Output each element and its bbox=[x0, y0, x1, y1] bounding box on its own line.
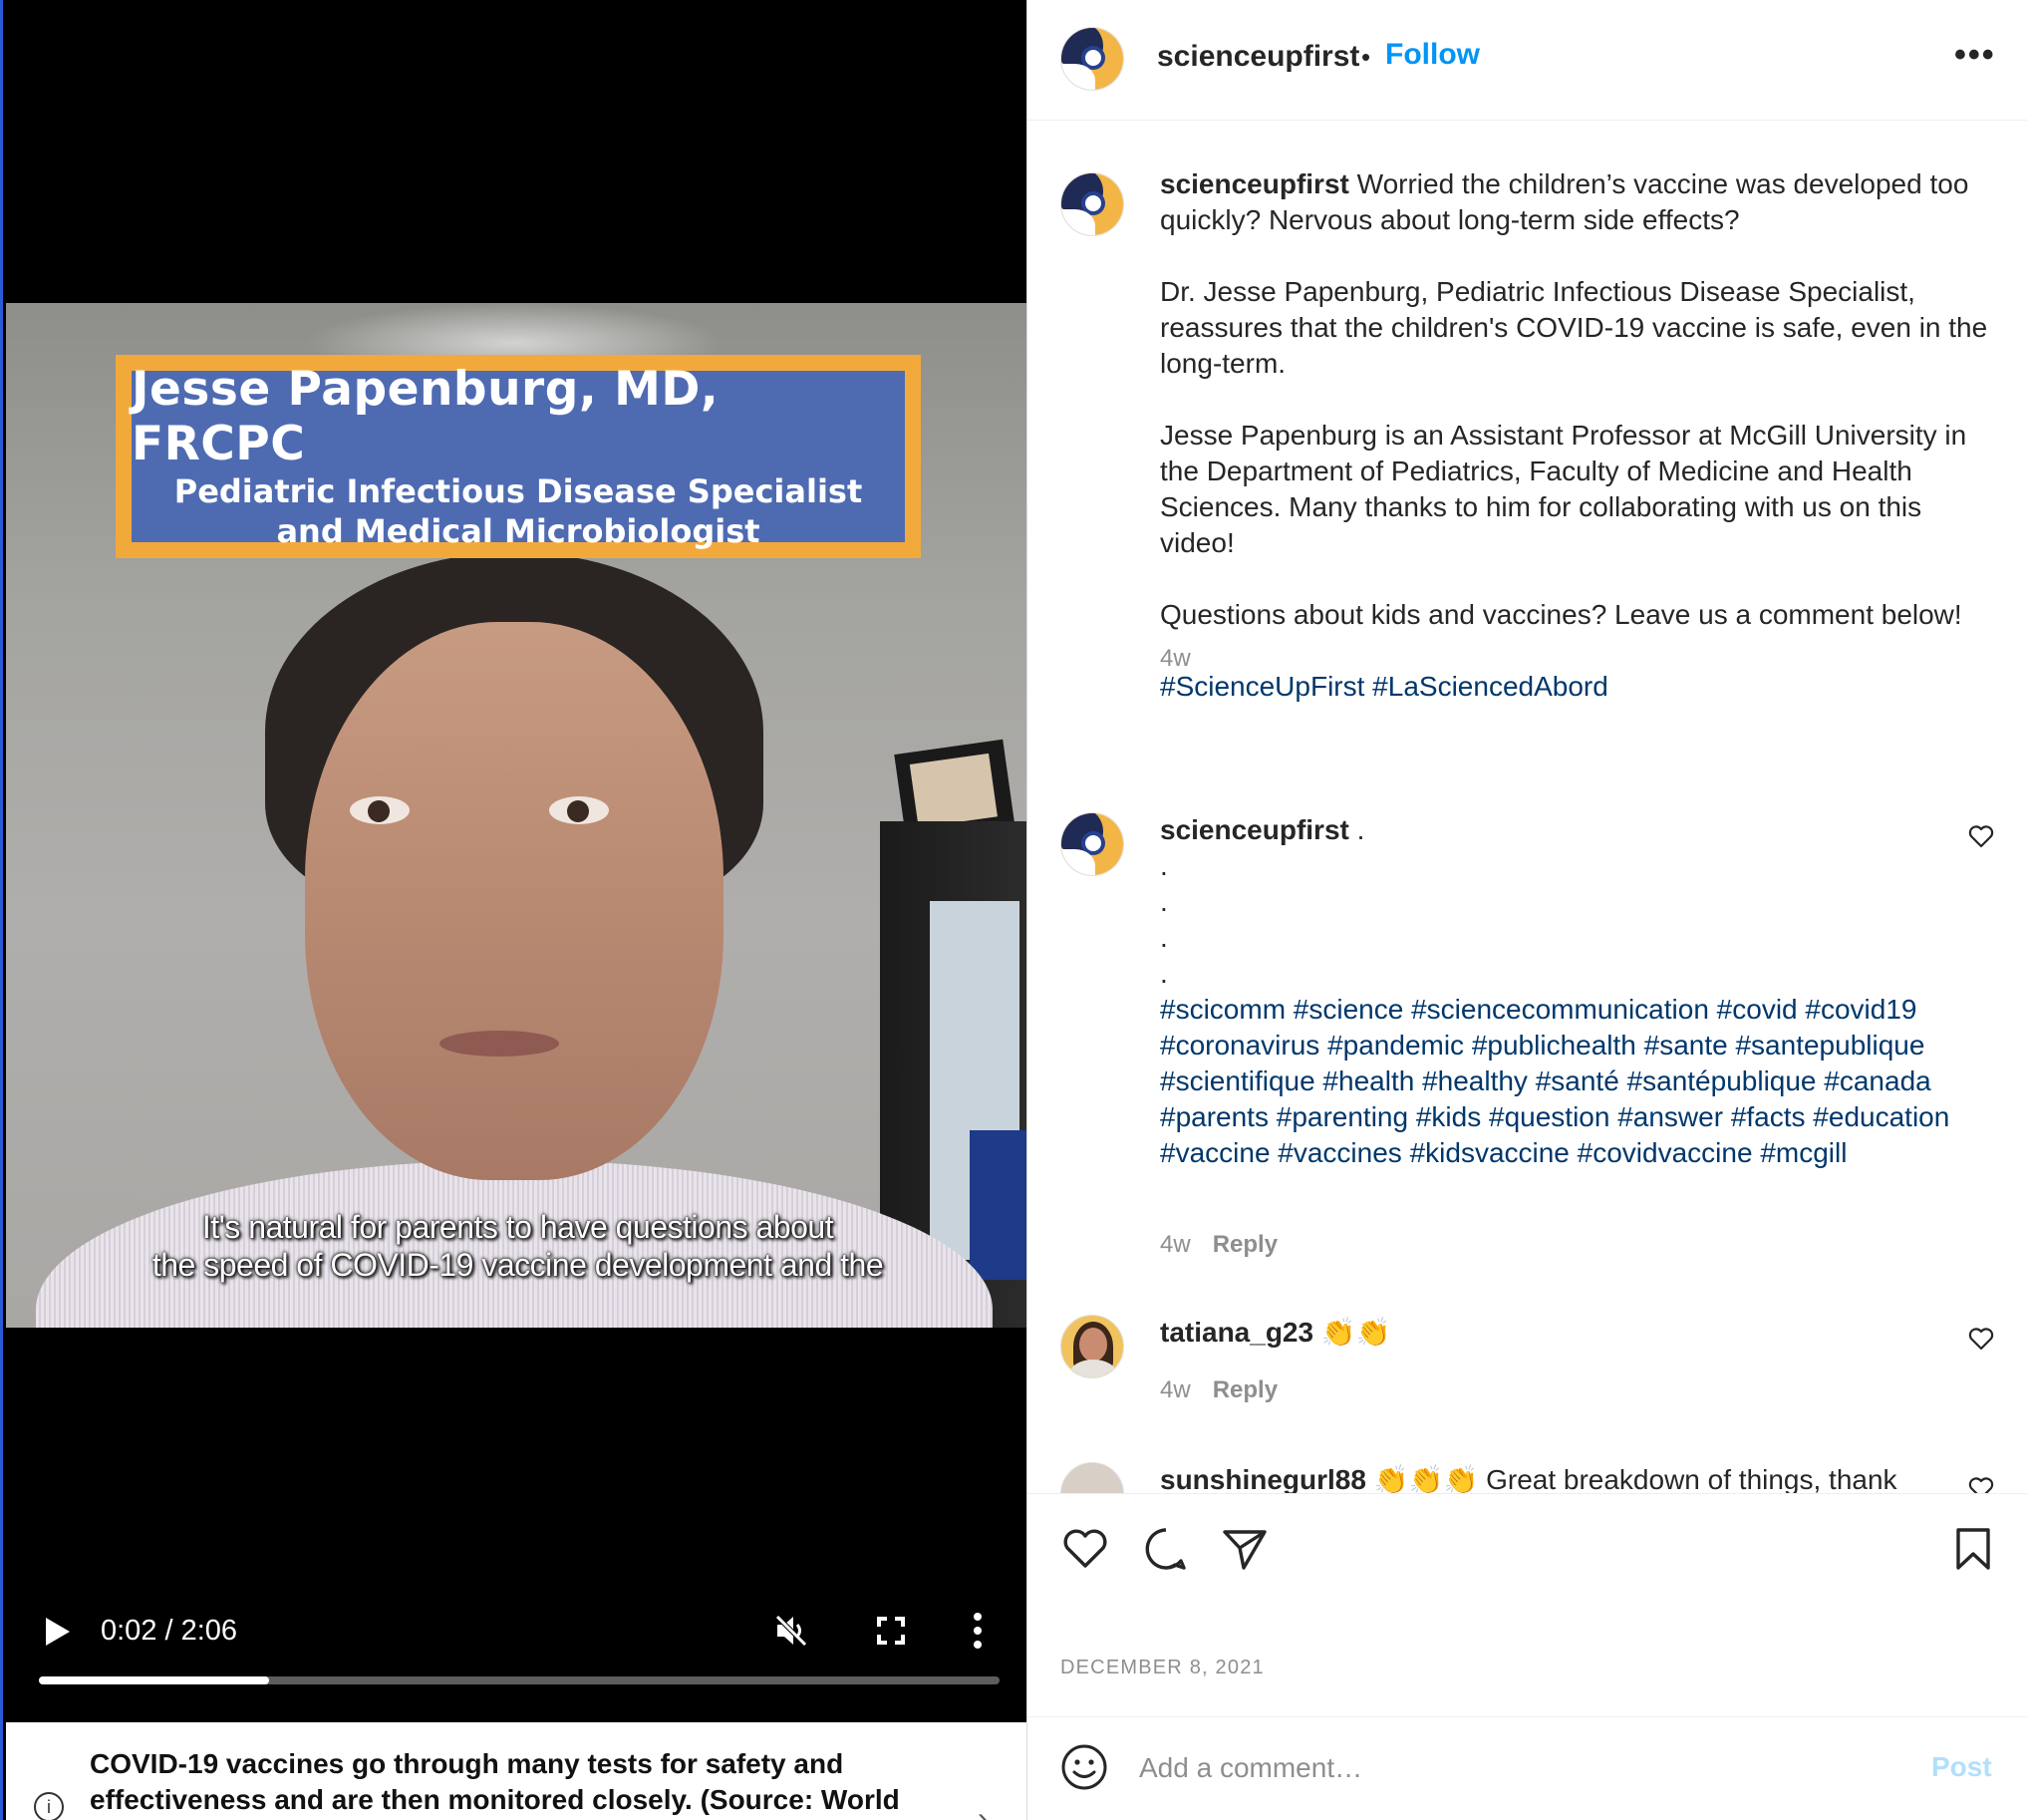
emoji-icon[interactable] bbox=[1060, 1743, 1108, 1791]
bookmark-icon[interactable] bbox=[1948, 1524, 1998, 1574]
share-icon[interactable] bbox=[1220, 1524, 1270, 1574]
comment-time: 4w bbox=[1160, 1231, 1191, 1258]
header-separator: • bbox=[1361, 42, 1371, 72]
heart-icon[interactable] bbox=[1060, 1524, 1110, 1574]
nameplate-name: Jesse Papenburg, MD, FRCPC bbox=[132, 362, 720, 471]
video-controls: 0:02 / 2:06 bbox=[6, 1595, 1029, 1694]
video-progress-fill bbox=[39, 1676, 270, 1684]
video-time: 0:02 / 2:06 bbox=[101, 1615, 238, 1647]
video-player[interactable]: Jesse Papenburg, MD, FRCPC Pediatric Inf… bbox=[0, 0, 1029, 1820]
instagram-post-window: Jesse Papenburg, MD, FRCPC Pediatric Inf… bbox=[0, 0, 2027, 1820]
comment-username[interactable]: scienceupfirst bbox=[1160, 814, 1349, 845]
comment-time: 4w bbox=[1160, 1376, 1191, 1403]
fullscreen-icon[interactable] bbox=[871, 1611, 911, 1651]
video-progress-bar[interactable] bbox=[39, 1676, 1000, 1684]
comment-text-block: sunshinegurl88 👏👏👏 Great breakdown of th… bbox=[1160, 1462, 1997, 1493]
comment-composer: Post bbox=[1027, 1716, 2027, 1820]
avatar[interactable] bbox=[1060, 812, 1124, 876]
nameplate-title-1: Pediatric Infectious Disease Specialist bbox=[173, 472, 863, 510]
heart-icon[interactable] bbox=[1967, 1474, 1995, 1493]
subtitle-line-1: It's natural for parents to have questio… bbox=[201, 1209, 834, 1245]
more-options-icon[interactable]: ••• bbox=[1954, 36, 1996, 75]
comments-list[interactable]: scienceupfirst Worried the children’s va… bbox=[1027, 121, 2027, 1493]
comment-username[interactable]: tatiana_g23 bbox=[1160, 1317, 1313, 1348]
comment-meta: 4w Reply bbox=[1160, 1376, 1278, 1404]
comment-text: 👏👏 bbox=[1320, 1317, 1391, 1348]
comment-icon[interactable] bbox=[1141, 1524, 1191, 1574]
avatar[interactable] bbox=[1060, 172, 1124, 236]
caption-username[interactable]: scienceupfirst bbox=[1160, 168, 1349, 199]
comment-input[interactable] bbox=[1139, 1741, 1896, 1795]
comment-meta: 4w Reply bbox=[1160, 1231, 1278, 1259]
heart-icon[interactable] bbox=[1967, 822, 1995, 850]
play-icon[interactable] bbox=[42, 1615, 72, 1649]
comment-text-block: tatiana_g23 👏👏 bbox=[1160, 1315, 1997, 1351]
post-side-panel: scienceupfirst • Follow ••• scienceupfir… bbox=[1026, 0, 2027, 1820]
chevron-right-icon[interactable]: › bbox=[978, 1802, 988, 1820]
reply-button[interactable]: Reply bbox=[1213, 1376, 1278, 1403]
header-username[interactable]: scienceupfirst bbox=[1157, 40, 1359, 74]
avatar[interactable] bbox=[1060, 1462, 1124, 1493]
comment-hashtags[interactable]: #scicomm #science #sciencecommunication … bbox=[1160, 994, 1957, 1168]
speaker-left-eye bbox=[350, 796, 410, 824]
comment-text-block: scienceupfirst . . . . . #scicomm #scien… bbox=[1160, 812, 1997, 1171]
post-header: scienceupfirst • Follow ••• bbox=[1027, 0, 2027, 121]
caption-time: 4w bbox=[1160, 645, 1191, 672]
vertical-dots-icon[interactable] bbox=[968, 1609, 988, 1653]
video-frame[interactable]: Jesse Papenburg, MD, FRCPC Pediatric Inf… bbox=[6, 303, 1029, 1328]
video-info-panel[interactable]: COVID-19 vaccines go through many tests … bbox=[6, 1722, 1029, 1820]
video-subtitles: It's natural for parents to have questio… bbox=[6, 1208, 1029, 1284]
caption-hashtags[interactable]: #ScienceUpFirst #LaSciencedAbord bbox=[1160, 671, 1608, 702]
comment-text: 👏👏👏 Great breakdown of things, thank bbox=[1373, 1464, 1897, 1493]
muted-speaker-icon[interactable] bbox=[771, 1611, 811, 1651]
nameplate-inner: Jesse Papenburg, MD, FRCPC Pediatric Inf… bbox=[132, 362, 905, 550]
heart-icon[interactable] bbox=[1967, 1325, 1995, 1353]
post-button[interactable]: Post bbox=[1931, 1751, 1992, 1783]
speaker-right-eye bbox=[549, 796, 609, 824]
subtitle-line-2: the speed of COVID-19 vaccine developmen… bbox=[151, 1247, 884, 1283]
avatar[interactable] bbox=[1060, 1315, 1124, 1378]
info-panel-text: COVID-19 vaccines go through many tests … bbox=[90, 1748, 900, 1815]
nameplate-title-2: and Medical Microbiologist bbox=[276, 512, 760, 550]
avatar[interactable] bbox=[1060, 27, 1124, 91]
post-actions bbox=[1027, 1493, 2027, 1623]
reply-button[interactable]: Reply bbox=[1213, 1231, 1278, 1258]
comment-username[interactable]: sunshinegurl88 bbox=[1160, 1464, 1366, 1493]
caption-text: Worried the children’s vaccine was devel… bbox=[1160, 168, 1988, 630]
speaker-mouth bbox=[439, 1031, 559, 1057]
speaker-nameplate: Jesse Papenburg, MD, FRCPC Pediatric Inf… bbox=[116, 355, 921, 558]
post-date: DECEMBER 8, 2021 bbox=[1060, 1657, 1265, 1678]
info-icon: i bbox=[34, 1792, 64, 1820]
follow-button[interactable]: Follow bbox=[1385, 38, 1480, 72]
caption-text-block: scienceupfirst Worried the children’s va… bbox=[1160, 166, 1997, 705]
speaker-face bbox=[305, 622, 724, 1180]
caption-meta: 4w bbox=[1160, 645, 1191, 673]
